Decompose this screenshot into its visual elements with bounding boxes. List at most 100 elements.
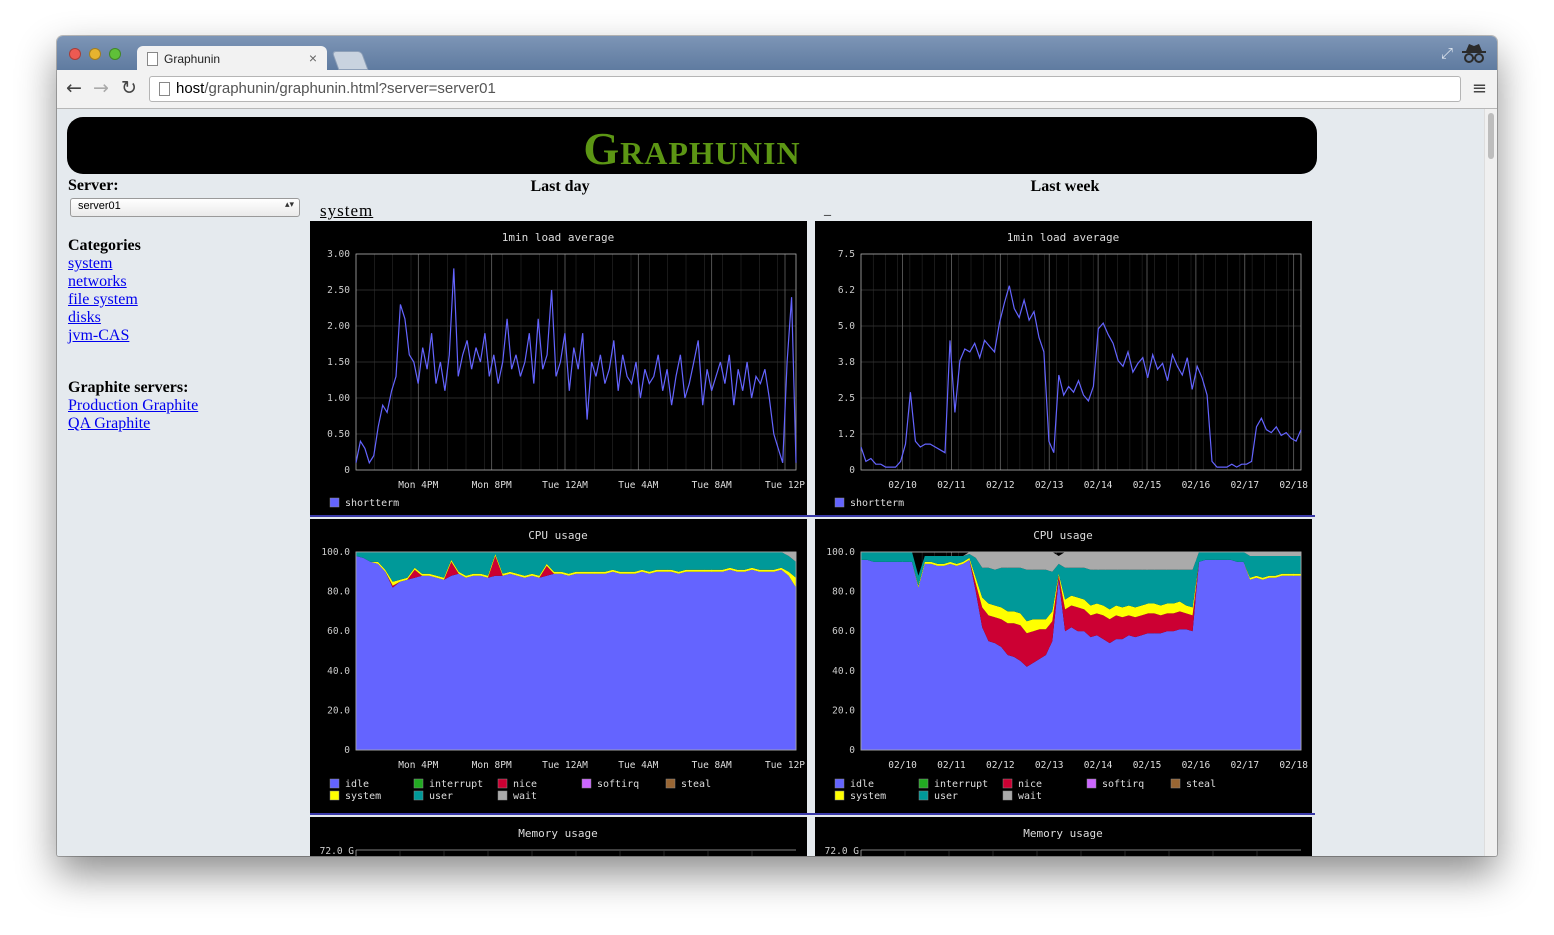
incognito-icon [1462, 44, 1486, 63]
legend-label: softirq [597, 779, 639, 790]
category-link-jvm-cas[interactable]: jvm-CAS [68, 327, 308, 345]
x-tick-label: 02/17 [1230, 480, 1259, 491]
legend-label: nice [513, 779, 537, 790]
legend-label: steal [1186, 779, 1216, 790]
y-tick-label: 5.0 [838, 321, 855, 332]
graph-mem-week[interactable]: Memory usage 72.0 G [815, 817, 1312, 856]
legend-label: wait [513, 791, 537, 802]
x-tick-label: Tue 12P [765, 480, 805, 491]
x-tick-label: 02/12 [986, 760, 1015, 771]
url-text[interactable]: host/graphunin/graphunin.html?server=ser… [176, 80, 496, 97]
menu-icon[interactable]: ≡ [1472, 78, 1487, 99]
address-bar[interactable]: host/graphunin/graphunin.html?server=ser… [149, 76, 1461, 102]
x-tick-label: 02/12 [986, 480, 1015, 491]
legend-swatch [413, 778, 424, 789]
x-tick-label: 02/15 [1133, 760, 1162, 771]
scrollbar-thumb[interactable] [1488, 113, 1494, 159]
legend-label: steal [681, 779, 711, 790]
select-arrows-icon: ▴▾ [284, 199, 294, 209]
row-divider [310, 813, 1315, 815]
browser-toolbar: ← → ↻ host/graphunin/graphunin.html?serv… [57, 70, 1497, 109]
y-tick-label: 20.0 [832, 705, 855, 716]
y-tick-label: 60.0 [327, 626, 350, 637]
chart-load-day: 1min load average 3.00 2.50 2.00 1.50 1.00 0.5… [327, 231, 805, 509]
chart-load-week: 1min load average 7.5 6.2 5.0 3.8 2.5 1.2 0 02/1… [834, 231, 1308, 509]
x-tick-label: Tue 4AM [618, 480, 658, 491]
category-link-networks[interactable]: networks [68, 273, 308, 291]
graph-load-week[interactable]: 1min load average 7.5 6.2 5.0 3.8 2.5 1.2 0 02/1… [815, 221, 1312, 515]
y-tick-label: 7.5 [838, 249, 855, 260]
y-tick-label: 0.50 [327, 429, 350, 440]
legend-label: shortterm [850, 498, 904, 509]
legend-label: wait [1018, 791, 1042, 802]
legend-label: idle [345, 779, 369, 790]
tab-title: Graphunin [164, 52, 221, 66]
tab-close-icon[interactable]: × [309, 50, 317, 66]
chart-cpu-day: CPU usage 100.0 80.0 60.0 40.0 20.0 0 Mon 4PM Mo… [321, 529, 805, 802]
y-tick-label: 40.0 [327, 666, 350, 677]
new-tab-button[interactable] [331, 51, 369, 70]
x-tick-label: Tue 8AM [692, 760, 732, 771]
column-heading-last-week: Last week [1030, 178, 1100, 195]
fullscreen-icon[interactable]: ⤢ [1441, 44, 1453, 62]
legend-swatch [497, 778, 508, 789]
category-link-file-system[interactable]: file system [68, 291, 308, 309]
reload-icon[interactable]: ↻ [121, 77, 137, 99]
legend-swatch [665, 778, 676, 789]
legend-label: system [345, 791, 381, 802]
vertical-scrollbar[interactable] [1484, 109, 1497, 856]
graph-cpu-week[interactable]: CPU usage 100.0 80.0 60.0 40.0 20.0 0 02/10 02/1… [815, 519, 1312, 813]
minimize-window-button[interactable] [89, 48, 101, 60]
legend-swatch [834, 778, 845, 789]
chart-title: Memory usage [518, 827, 597, 840]
legend-swatch [918, 790, 929, 801]
legend-swatch [581, 778, 592, 789]
section-link-system[interactable]: system [320, 201, 373, 221]
close-window-button[interactable] [69, 48, 81, 60]
forward-arrow-icon[interactable]: → [93, 77, 109, 99]
browser-window: Graphunin × ⤢ ← → ↻ host/graphunin/graph… [57, 36, 1497, 856]
x-tick-label: 02/13 [1035, 760, 1064, 771]
category-link-disks[interactable]: disks [68, 309, 308, 327]
chart-mem-week: Memory usage 72.0 G [825, 827, 1301, 856]
legend-swatch [834, 497, 845, 508]
graph-cpu-day[interactable]: CPU usage 100.0 80.0 60.0 40.0 20.0 0 Mon 4PM Mo… [310, 519, 807, 813]
series-area-idle [356, 556, 796, 750]
y-tick-label: 100.0 [321, 547, 350, 558]
legend-label: interrupt [429, 779, 483, 790]
server-select-value: server01 [78, 200, 121, 212]
url-host: host [176, 80, 205, 97]
x-tick-label: 02/15 [1133, 480, 1162, 491]
legend-swatch [1002, 790, 1013, 801]
column-heading-last-day: Last day [530, 178, 590, 195]
zoom-window-button[interactable] [109, 48, 121, 60]
graphite-link-qa[interactable]: QA Graphite [68, 415, 308, 433]
browser-tab[interactable]: Graphunin × [137, 46, 327, 72]
x-tick-label: Mon 4PM [398, 760, 438, 771]
legend-swatch [329, 790, 340, 801]
x-tick-label: 02/14 [1084, 760, 1113, 771]
x-tick-label: 02/10 [888, 760, 917, 771]
back-arrow-icon[interactable]: ← [66, 77, 82, 99]
x-tick-label: Tue 8AM [692, 480, 732, 491]
y-tick-label: 0 [849, 465, 855, 476]
y-tick-label: 0 [849, 745, 855, 756]
y-tick-label: 3.00 [327, 249, 350, 260]
legend-swatch [497, 790, 508, 801]
category-link-system[interactable]: system [68, 255, 308, 273]
y-tick-label: 40.0 [832, 666, 855, 677]
chart-title: 1min load average [502, 231, 615, 244]
page-icon [147, 52, 158, 66]
x-tick-label: Mon 8PM [472, 760, 512, 771]
legend-label: softirq [1102, 779, 1144, 790]
graph-load-day[interactable]: 1min load average 3.00 2.50 2.00 1.50 1.00 0.5… [310, 221, 807, 515]
graphite-link-production[interactable]: Production Graphite [68, 397, 308, 415]
x-tick-label: 02/18 [1279, 480, 1308, 491]
title-bar: Graphunin × ⤢ [57, 36, 1497, 72]
graph-mem-day[interactable]: Memory usage 72.0 G [310, 817, 807, 856]
legend-swatch [1170, 778, 1181, 789]
legend-swatch [918, 778, 929, 789]
y-tick-label: 2.50 [327, 285, 350, 296]
server-select[interactable]: server01 ▴▾ [70, 198, 300, 217]
legend-swatch [413, 790, 424, 801]
